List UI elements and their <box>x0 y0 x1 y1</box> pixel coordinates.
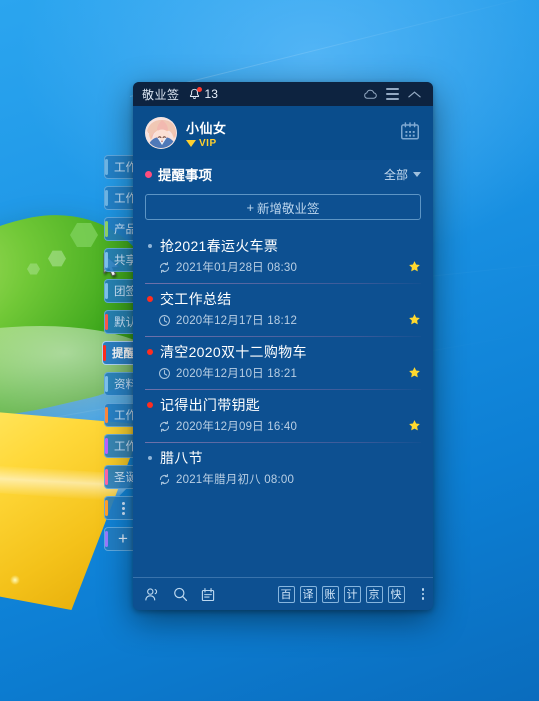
reminder-title-line: 清空2020双十二购物车 <box>145 343 421 361</box>
reminder-datetime: 2021年01月28日 08:30 <box>176 262 298 274</box>
reminder-meta-line: 2021年01月28日 08:30 <box>145 259 421 275</box>
section-header: 提醒事项 全部 <box>133 160 433 186</box>
contacts-icon[interactable] <box>144 586 161 603</box>
jingyeqian-app-window: 敬业签 13 小仙女 VIP 提醒事项 全部 + 新增敬业签 抢2021春运火车… <box>133 82 433 610</box>
shortcut-button[interactable]: 账 <box>321 585 339 603</box>
diamond-icon <box>186 139 196 147</box>
reminder-datetime: 2020年12月09日 16:40 <box>176 421 298 433</box>
reminder-row[interactable]: 记得出门带钥匙 2020年12月09日 16:40 <box>133 389 433 442</box>
reminder-meta-line: 2020年12月09日 16:40 <box>145 418 421 434</box>
reminder-title: 清空2020双十二购物车 <box>160 344 307 360</box>
cloud-sync-icon[interactable] <box>359 84 381 104</box>
app-bottom-toolbar: 百译账计京快 <box>133 577 433 610</box>
shortcut-button[interactable]: 百 <box>277 585 295 603</box>
reminder-meta-line: 2020年12月17日 18:12 <box>145 312 421 328</box>
section-title: 提醒事项 <box>158 168 212 183</box>
reminder-status-dot <box>147 296 153 302</box>
star-icon[interactable] <box>408 419 421 434</box>
bell-icon[interactable] <box>188 86 202 101</box>
reminder-title: 腊八节 <box>160 450 203 466</box>
category-accent-bar <box>105 469 108 485</box>
reminder-title: 交工作总结 <box>160 291 232 307</box>
vip-badge[interactable]: VIP <box>186 138 227 149</box>
user-avatar[interactable] <box>145 117 177 149</box>
reminder-datetime: 2020年12月17日 18:12 <box>176 315 298 327</box>
plus-icon: + <box>118 529 128 548</box>
star-icon[interactable] <box>408 313 421 328</box>
repeat-icon <box>158 261 171 274</box>
reminder-datetime: 2020年12月10日 18:21 <box>176 368 298 380</box>
search-icon[interactable] <box>172 586 189 603</box>
category-accent-bar <box>105 314 108 330</box>
add-note-wrap: + 新增敬业签 <box>133 186 433 230</box>
user-name: 小仙女 <box>186 120 227 136</box>
category-accent-bar <box>105 159 108 175</box>
category-accent-bar <box>105 283 108 299</box>
reminder-status-dot <box>148 456 152 460</box>
reminder-status-dot <box>147 349 153 355</box>
calendar-icon[interactable] <box>200 586 216 603</box>
reminder-title: 抢2021春运火车票 <box>160 238 279 254</box>
shortcut-button[interactable]: 京 <box>365 585 383 603</box>
category-accent-bar <box>105 407 108 423</box>
reminder-meta-line: 2021年腊月初八 08:00 <box>145 471 421 487</box>
plus-icon: + <box>246 199 255 215</box>
clock-icon <box>158 314 171 327</box>
category-accent-bar <box>103 345 106 361</box>
reminder-status-dot <box>148 244 152 248</box>
reminder-meta-line: 2020年12月10日 18:21 <box>145 365 421 381</box>
shortcut-row: 百译账计京快 <box>277 585 410 603</box>
user-profile-bar[interactable]: 小仙女 VIP <box>133 106 433 160</box>
hamburger-menu-icon[interactable] <box>381 84 403 104</box>
reminder-row[interactable]: 腊八节 2021年腊月初八 08:00 <box>133 442 433 495</box>
section-color-dot <box>145 170 152 178</box>
repeat-icon <box>158 473 171 486</box>
reminder-status-dot <box>147 402 153 408</box>
shortcut-button[interactable]: 计 <box>343 585 361 603</box>
more-vertical-icon <box>121 501 125 515</box>
category-accent-bar <box>105 438 108 454</box>
reminder-title-line: 腊八节 <box>145 449 421 467</box>
reminder-list[interactable]: 抢2021春运火车票 2021年01月28日 08:30 交工作总结 2020年12月… <box>133 230 433 577</box>
star-icon[interactable] <box>408 260 421 275</box>
reminder-title-line: 记得出门带钥匙 <box>145 396 421 414</box>
category-accent-bar <box>105 221 108 237</box>
shortcut-button[interactable]: 译 <box>299 585 317 603</box>
reminder-row[interactable]: 清空2020双十二购物车 2020年12月10日 18:21 <box>133 336 433 389</box>
notification-dot <box>196 86 202 92</box>
chevron-up-icon[interactable] <box>403 84 425 104</box>
user-info: 小仙女 VIP <box>186 118 227 149</box>
calendar-icon[interactable] <box>399 120 421 147</box>
add-note-label: 新增敬业签 <box>257 201 320 216</box>
shortcut-button[interactable]: 快 <box>387 585 405 603</box>
reminder-title: 记得出门带钥匙 <box>160 397 261 413</box>
category-accent-bar <box>105 376 108 392</box>
notification-count: 13 <box>204 87 218 101</box>
reminder-row[interactable]: 交工作总结 2020年12月17日 18:12 <box>133 283 433 336</box>
filter-label: 全部 <box>383 167 408 182</box>
filter-dropdown[interactable]: 全部 <box>384 166 421 183</box>
app-titlebar[interactable]: 敬业签 13 <box>133 82 433 106</box>
reminder-title-line: 交工作总结 <box>145 290 421 308</box>
category-accent-bar <box>105 252 108 268</box>
category-accent-bar <box>105 500 108 516</box>
wallpaper-sparkle <box>10 575 20 585</box>
reminder-title-line: 抢2021春运火车票 <box>145 237 421 255</box>
chevron-down-icon <box>413 171 421 177</box>
more-vertical-icon[interactable] <box>421 588 424 600</box>
reminder-datetime: 2021年腊月初八 08:00 <box>176 474 295 486</box>
repeat-icon <box>158 420 171 433</box>
reminder-row[interactable]: 抢2021春运火车票 2021年01月28日 08:30 <box>133 230 433 283</box>
category-accent-bar <box>105 531 108 547</box>
vip-label: VIP <box>199 137 217 149</box>
add-note-button[interactable]: + 新增敬业签 <box>145 194 421 220</box>
clock-icon <box>158 367 171 380</box>
category-accent-bar <box>105 190 108 206</box>
star-icon[interactable] <box>408 366 421 381</box>
app-title: 敬业签 <box>142 87 180 102</box>
